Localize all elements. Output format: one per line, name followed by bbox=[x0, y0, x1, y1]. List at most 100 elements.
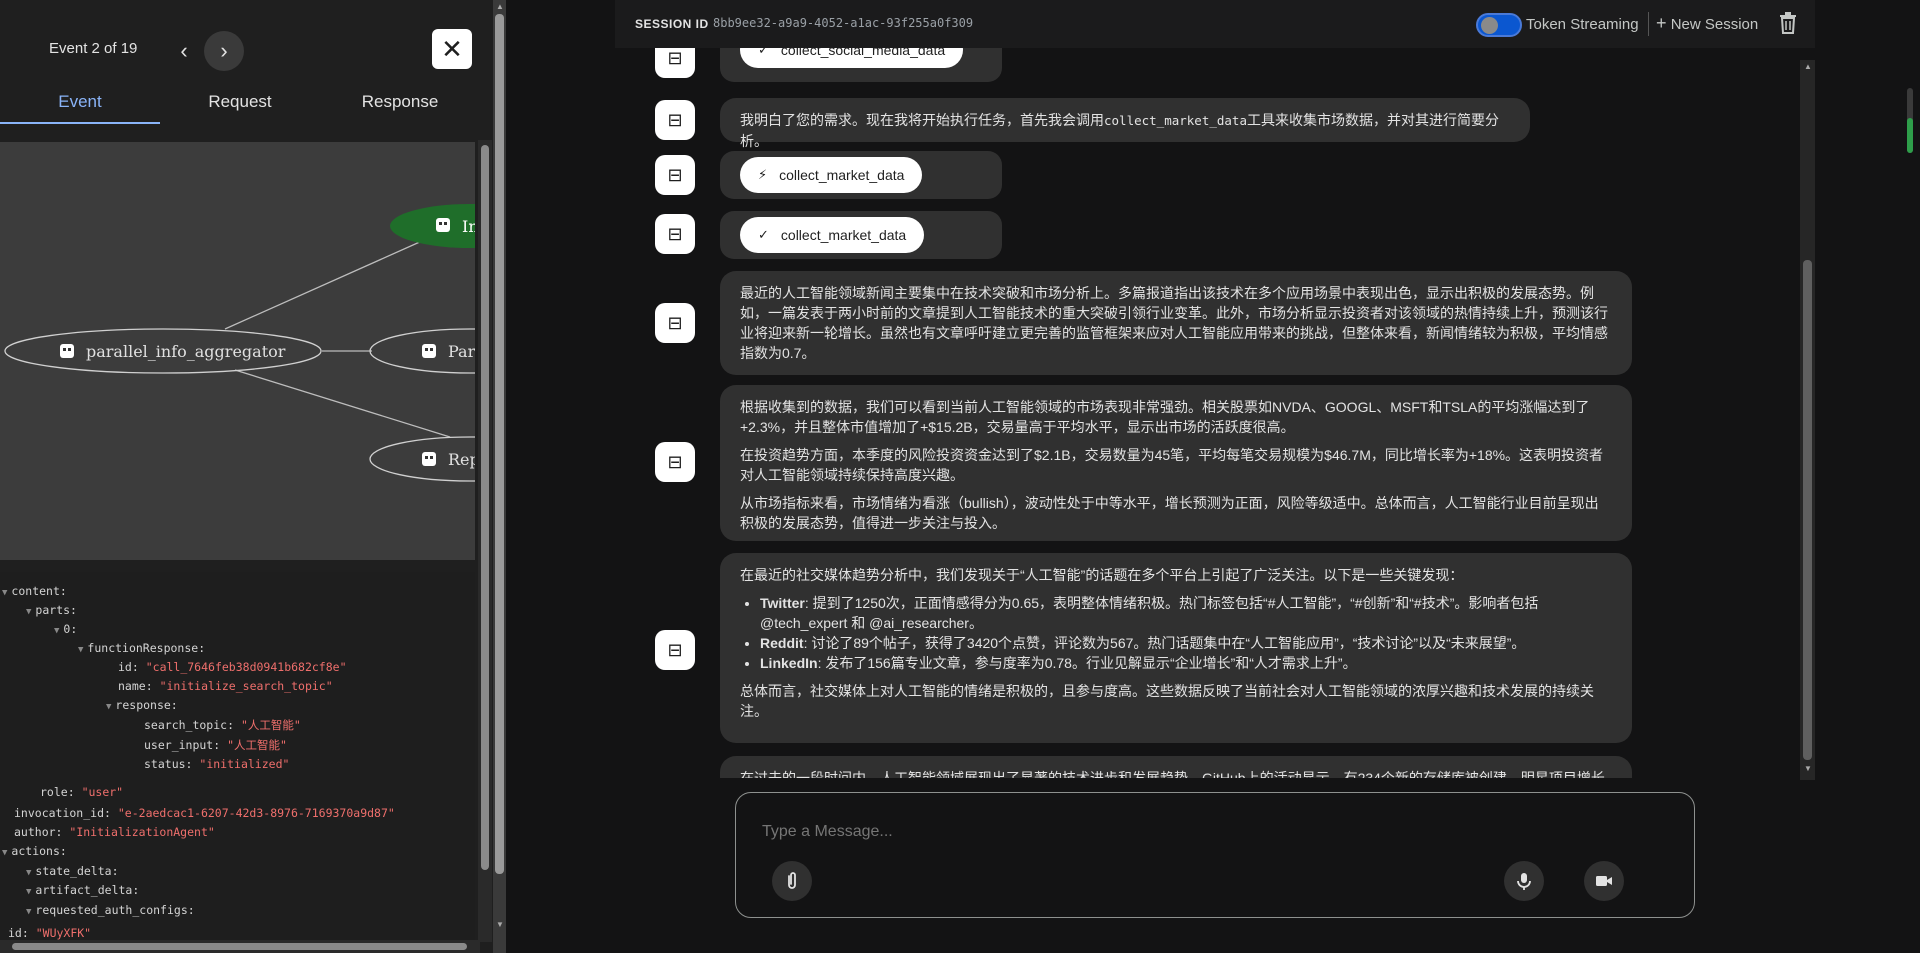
bot-avatar: ⊟ bbox=[655, 155, 695, 195]
app-root: Event 2 of 19 ‹ › ✕ Event Request Respon… bbox=[0, 0, 1920, 953]
graph-node-label: In bbox=[462, 217, 475, 236]
agent-graph[interactable]: In parallel_info_aggregator Para Rep bbox=[0, 142, 475, 560]
bot-avatar: ⊟ bbox=[655, 100, 695, 140]
scrollbar-thumb[interactable] bbox=[12, 943, 467, 950]
json-line: user_input: "人工智能" bbox=[144, 738, 287, 752]
robot-icon bbox=[422, 344, 436, 358]
panel-outer-scrollbar[interactable]: ▲ ▼ bbox=[493, 0, 506, 953]
bot-message: 根据收集到的数据，我们可以看到当前人工智能领域的市场表现非常强劲。相关股票如NV… bbox=[720, 385, 1632, 541]
paperclip-icon bbox=[788, 872, 796, 889]
tab-response[interactable]: Response bbox=[320, 82, 480, 124]
inspector-horizontal-scrollbar[interactable] bbox=[0, 940, 480, 953]
list-item: Reddit: 讨论了89个帖子，获得了3420个点赞，评论数为567。热门话题… bbox=[760, 633, 1612, 653]
video-button[interactable] bbox=[1584, 861, 1624, 901]
bot-avatar: ⊟ bbox=[655, 303, 695, 343]
inspector-tabs: Event Request Response bbox=[0, 82, 480, 124]
scroll-down-icon[interactable]: ▼ bbox=[1804, 764, 1812, 773]
page-scroll-indicator bbox=[1907, 88, 1913, 153]
json-line[interactable]: ▼ 0: bbox=[54, 622, 77, 636]
json-line[interactable]: ▼ parts: bbox=[26, 603, 77, 617]
json-line: author: "InitializationAgent" bbox=[14, 825, 215, 839]
scrollbar-thumb[interactable] bbox=[495, 14, 504, 874]
json-line: role: "user" bbox=[40, 785, 124, 799]
json-line: id: "WUyXFK" bbox=[8, 926, 92, 940]
robot-icon bbox=[422, 452, 436, 466]
json-line[interactable]: ▼ content: bbox=[2, 584, 67, 598]
header-divider bbox=[1648, 12, 1649, 36]
new-session-button[interactable]: + New Session bbox=[1656, 13, 1758, 34]
graph-node-label: parallel_info_aggregator bbox=[86, 342, 286, 361]
bot-avatar: ⊟ bbox=[655, 214, 695, 254]
json-line: status: "initialized" bbox=[144, 757, 290, 771]
scrollbar-thumb[interactable] bbox=[481, 145, 489, 870]
bot-message: 在最近的社交媒体趋势分析中，我们发现关于“人工智能”的话题在多个平台上引起了广泛… bbox=[720, 553, 1632, 743]
json-line[interactable]: ▼ requested_auth_configs: bbox=[26, 903, 195, 917]
json-line: invocation_id: "e-2aedcac1-6207-42d3-897… bbox=[14, 806, 395, 820]
bot-message: 最近的人工智能领域新闻主要集中在技术突破和市场分析上。多篇报道指出该技术在多个应… bbox=[720, 271, 1632, 375]
chevron-right-icon: › bbox=[220, 38, 228, 63]
scroll-down-icon[interactable]: ▼ bbox=[496, 920, 504, 929]
bot-avatar: ⊟ bbox=[655, 442, 695, 482]
json-line[interactable]: ▼ response: bbox=[106, 698, 178, 712]
next-event-button[interactable]: › bbox=[204, 31, 244, 71]
microphone-icon bbox=[1517, 873, 1531, 890]
tab-request[interactable]: Request bbox=[160, 82, 320, 124]
chat-header: SESSION ID 8bb9ee32-a9a9-4052-a1ac-93f25… bbox=[615, 0, 1815, 48]
json-line: name: "initialize_search_topic" bbox=[118, 679, 333, 693]
plus-icon: + bbox=[1656, 13, 1667, 33]
check-icon: ✓ bbox=[758, 227, 769, 242]
robot-icon: ⊟ bbox=[667, 639, 683, 660]
attach-file-button[interactable] bbox=[772, 861, 812, 901]
bot-message: 在过去的一段时间内，人工智能领域展现出了显著的技术进步和发展趋势。GitHub上… bbox=[720, 756, 1632, 778]
chevron-left-icon: ‹ bbox=[180, 38, 188, 63]
bot-message: 我明白了您的需求。现在我将开始执行任务，首先我会调用collect_market… bbox=[720, 98, 1530, 149]
json-line[interactable]: ▼ actions: bbox=[2, 844, 67, 858]
toggle-knob bbox=[1481, 17, 1498, 34]
bolt-icon: ⚡ bbox=[758, 167, 768, 182]
inspector-vertical-scrollbar[interactable] bbox=[478, 140, 492, 942]
findings-list: Twitter: 提到了1250次，正面情感得分为0.65，表明整体情绪积极。热… bbox=[760, 593, 1612, 673]
agent-graph-svg: In parallel_info_aggregator Para Rep bbox=[4, 204, 475, 482]
bot-avatar: ⊟ bbox=[655, 48, 695, 78]
event-json-viewer: ▼ content: ▼ parts: ▼ 0: ▼ functionResponse:… bbox=[0, 572, 475, 942]
robot-icon bbox=[436, 218, 450, 232]
json-line[interactable]: ▼ state_delta: bbox=[26, 864, 119, 878]
delete-session-icon[interactable] bbox=[1778, 11, 1798, 35]
tool-result-chip[interactable]: ✓ collect_market_data bbox=[740, 217, 925, 253]
close-panel-button[interactable]: ✕ bbox=[432, 29, 472, 69]
robot-icon: ⊟ bbox=[667, 223, 683, 244]
video-camera-icon bbox=[1596, 876, 1612, 886]
scroll-up-icon[interactable]: ▲ bbox=[1804, 62, 1812, 71]
tab-event[interactable]: Event bbox=[0, 82, 160, 124]
session-id-value: 8bb9ee32-a9a9-4052-a1ac-93f255a0f309 bbox=[713, 16, 974, 30]
json-line: search_topic: "人工智能" bbox=[144, 718, 301, 732]
robot-icon: ⊟ bbox=[667, 48, 683, 68]
chat-scrollbar[interactable]: ▲ ▼ bbox=[1800, 60, 1815, 780]
robot-icon: ⊟ bbox=[667, 164, 683, 185]
robot-icon bbox=[60, 344, 74, 358]
message-input[interactable] bbox=[762, 823, 1562, 841]
list-item: Twitter: 提到了1250次，正面情感得分为0.65，表明整体情绪积极。热… bbox=[760, 593, 1612, 633]
session-id-label: SESSION ID bbox=[635, 17, 709, 31]
bot-avatar: ⊟ bbox=[655, 630, 695, 670]
graph-edge bbox=[234, 369, 451, 438]
message-composer bbox=[735, 792, 1695, 918]
graph-node-label: Para bbox=[448, 342, 475, 361]
json-line[interactable]: ▼ functionResponse: bbox=[78, 641, 205, 655]
previous-event-button[interactable]: ‹ bbox=[164, 31, 204, 71]
scroll-up-icon[interactable]: ▲ bbox=[496, 2, 504, 11]
json-line[interactable]: ▼ artifact_delta: bbox=[26, 883, 139, 897]
tool-result-chip[interactable]: ✓ collect_social_media_data bbox=[740, 48, 964, 68]
robot-icon: ⊟ bbox=[667, 451, 683, 472]
scrollbar-thumb[interactable] bbox=[1803, 260, 1812, 760]
close-icon: ✕ bbox=[441, 33, 463, 64]
tool-call-chip[interactable]: ⚡ collect_market_data bbox=[740, 157, 923, 193]
json-line: id: "call_7646feb38d0941b682cf8e" bbox=[118, 660, 347, 674]
microphone-button[interactable] bbox=[1504, 861, 1544, 901]
token-streaming-label: Token Streaming bbox=[1526, 16, 1639, 33]
event-counter: Event 2 of 19 bbox=[49, 40, 138, 57]
list-item: LinkedIn: 发布了156篇专业文章，参与度率为0.78。行业见解显示“企… bbox=[760, 653, 1612, 673]
message-list: ⊟ ✓ collect_social_media_data ⊟ 我明白了您的需求。… bbox=[615, 48, 1805, 778]
check-icon: ✓ bbox=[758, 48, 769, 57]
token-streaming-toggle[interactable] bbox=[1476, 13, 1522, 37]
